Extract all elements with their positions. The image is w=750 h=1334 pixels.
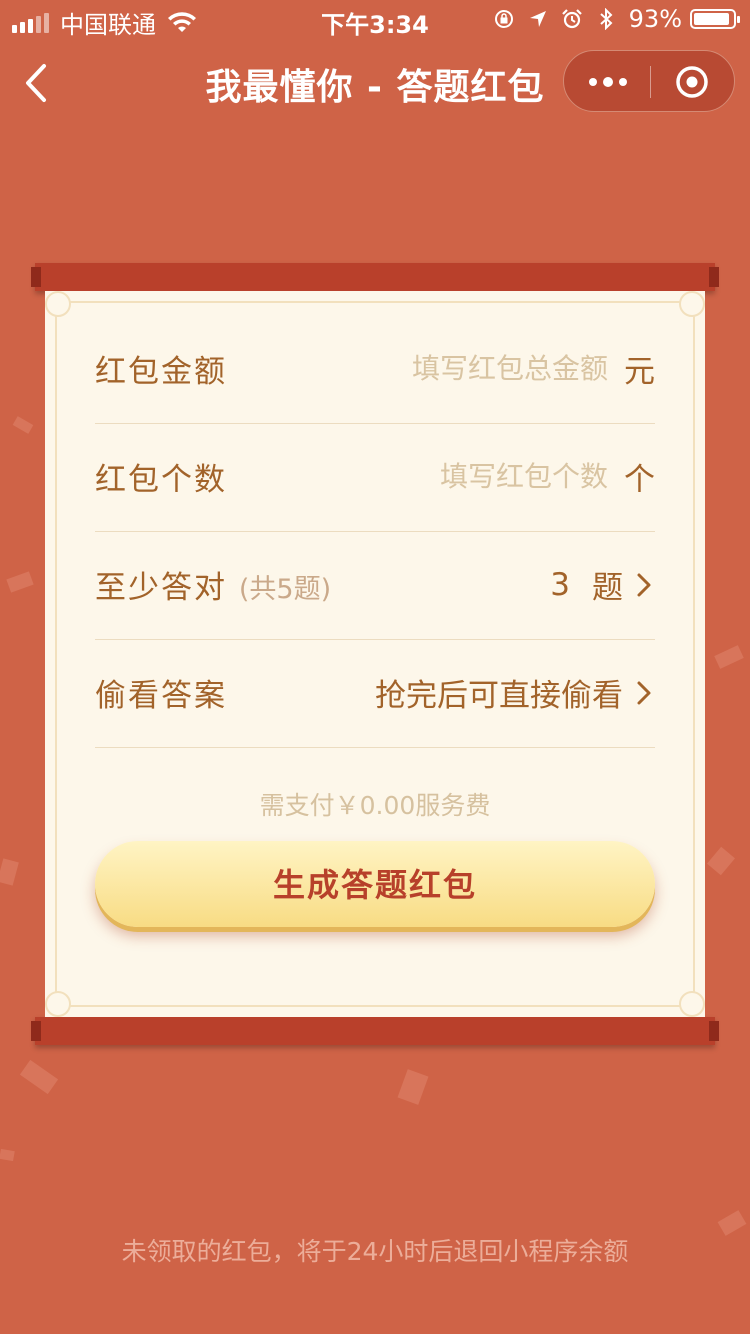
confetti-decoration [0,1148,15,1162]
peek-answer-value: 抢完后可直接偷看 [375,678,623,714]
card-corner [679,291,705,317]
confetti-decoration [6,571,34,593]
location-icon [529,11,546,27]
min-correct-unit: 题 [592,570,623,606]
question-total-note: (共5题) [238,574,332,605]
page: 中国联通 下午3:34 93% 我最懂你 - 答题红包 红包金额 填写红包总金额… [0,0,750,1334]
count-row: 红包个数 个 [95,424,655,532]
min-correct-label-text: 至少答对 [95,570,227,606]
rotation-lock-icon [494,10,513,28]
confetti-decoration [0,858,19,886]
min-correct-row[interactable]: 至少答对 (共5题) 3 题 [95,532,655,640]
count-unit: 个 [624,462,655,498]
miniprogram-capsule [563,50,735,112]
page-title: 我最懂你 - 答题红包 [205,67,545,108]
min-correct-value-area: 3 题 [550,562,655,607]
refund-notice: 未领取的红包，将于24小时后退回小程序余额 [121,1237,629,1266]
service-fee-text: 需支付￥0.00服务费 [259,791,491,820]
count-label: 红包个数 [95,462,227,498]
battery-fill [694,13,730,25]
amount-input[interactable] [308,352,608,385]
confetti-decoration [707,846,735,876]
count-value-area: 个 [308,454,655,499]
count-input[interactable] [308,460,608,493]
bluetooth-icon [599,8,613,30]
close-miniprogram-icon[interactable] [674,64,710,100]
chevron-right-icon [637,573,651,596]
chevron-right-icon [637,681,651,704]
battery-icon [690,9,740,29]
more-options-button[interactable] [586,65,630,99]
amount-value-area: 元 [308,346,655,391]
amount-unit: 元 [624,354,655,390]
amount-label: 红包金额 [95,354,227,390]
nav-bar: 我最懂你 - 答题红包 [0,40,750,128]
status-bar: 中国联通 下午3:34 93% [0,0,750,40]
confetti-decoration [714,645,744,669]
confetti-decoration [19,1059,59,1095]
back-icon[interactable] [14,58,64,108]
capsule-divider [650,66,651,98]
alarm-icon [561,9,582,29]
min-correct-value: 3 [550,566,570,603]
amount-row: 红包金额 元 [95,316,655,424]
min-correct-label: 至少答对 (共5题) [95,562,331,607]
peek-answer-label: 偷看答案 [95,678,227,714]
scroll-rod-top [31,263,719,291]
confetti-decoration [397,1069,429,1105]
generate-red-packet-button[interactable]: 生成答题红包 [95,841,655,927]
card-corner [679,991,705,1017]
card-corner [45,291,71,317]
peek-answer-row[interactable]: 偷看答案 抢完后可直接偷看 [95,640,655,748]
scroll-rod-bottom [31,1017,719,1045]
battery-percent: 93% [628,5,682,33]
red-packet-form-card: 红包金额 元 红包个数 个 至少答对 (共5题) 3 题 [45,291,705,1017]
confetti-decoration [12,416,34,434]
peek-answer-value-area: 抢完后可直接偷看 [375,670,655,715]
card-corner [45,991,71,1017]
